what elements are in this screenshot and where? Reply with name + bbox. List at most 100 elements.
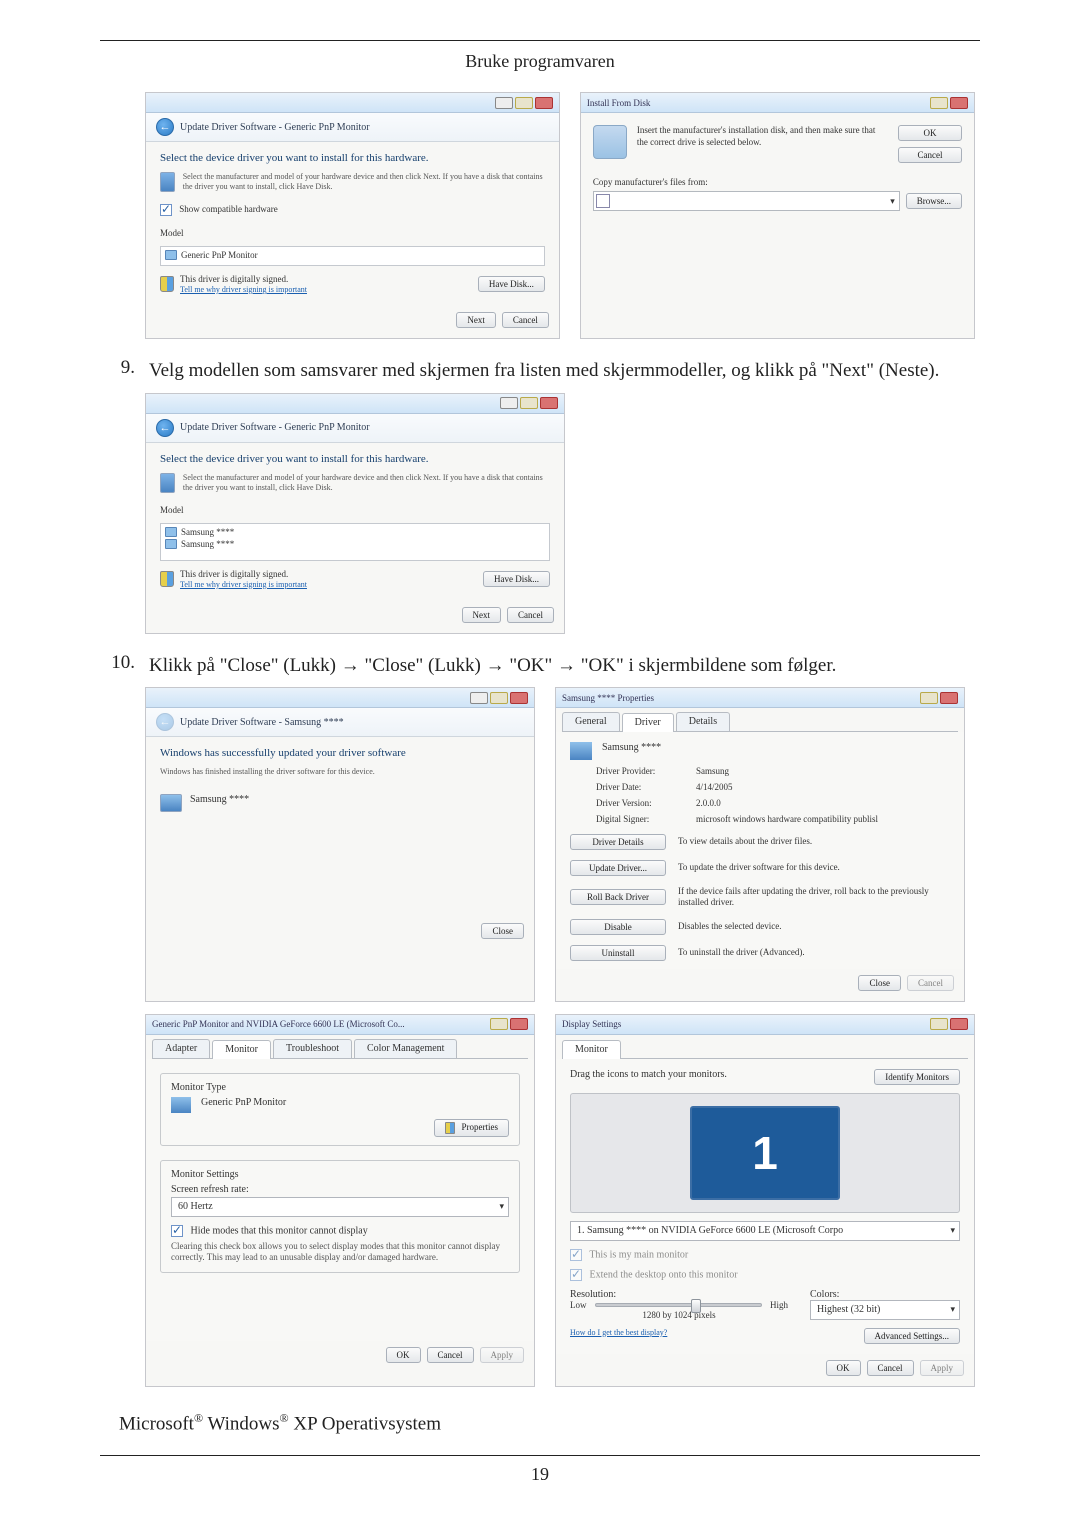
refresh-rate-dropdown[interactable]: 60 Hertz ▾ bbox=[171, 1197, 509, 1217]
help-icon[interactable] bbox=[930, 97, 948, 109]
back-icon[interactable]: ← bbox=[156, 118, 174, 136]
extend-desktop-checkbox bbox=[570, 1269, 582, 1281]
back-icon[interactable]: ← bbox=[156, 419, 174, 437]
close-icon[interactable] bbox=[510, 1018, 528, 1030]
browse-button[interactable]: Browse... bbox=[906, 193, 962, 209]
colors-value: Highest (32 bit) bbox=[817, 1304, 880, 1315]
tab-adapter[interactable]: Adapter bbox=[152, 1039, 210, 1058]
properties-button[interactable]: Properties bbox=[434, 1119, 509, 1137]
minimize-icon[interactable] bbox=[500, 397, 518, 409]
model-item[interactable]: Samsung **** bbox=[181, 539, 234, 549]
titlebar bbox=[146, 688, 534, 708]
install-from-disk-window: Install From Disk Insert the manufacture… bbox=[580, 92, 975, 339]
tab-troubleshoot[interactable]: Troubleshoot bbox=[273, 1039, 352, 1058]
monitor-icon bbox=[165, 539, 177, 549]
tab-driver[interactable]: Driver bbox=[622, 713, 674, 732]
ok-button[interactable]: OK bbox=[898, 125, 962, 141]
breadcrumb-text: Update Driver Software - Samsung **** bbox=[180, 717, 344, 728]
file-path-input[interactable]: ▾ bbox=[593, 191, 900, 211]
help-icon[interactable] bbox=[930, 1018, 948, 1030]
slider-low-label: Low bbox=[570, 1300, 587, 1310]
tab-monitor[interactable]: Monitor bbox=[212, 1040, 271, 1059]
driver-details-button[interactable]: Driver Details bbox=[570, 834, 666, 850]
compat-checkbox[interactable] bbox=[160, 204, 172, 216]
chevron-down-icon: ▾ bbox=[499, 1201, 504, 1212]
model-name: Samsung **** bbox=[190, 794, 249, 805]
ok-button[interactable]: OK bbox=[826, 1360, 861, 1376]
model-item[interactable]: Samsung **** bbox=[181, 527, 234, 537]
drag-instruction: Drag the icons to match your monitors. bbox=[570, 1069, 727, 1080]
tab-color-management[interactable]: Color Management bbox=[354, 1039, 457, 1058]
tab-general[interactable]: General bbox=[562, 712, 620, 731]
properties-label: Properties bbox=[462, 1122, 499, 1132]
hide-modes-checkbox[interactable] bbox=[171, 1225, 183, 1237]
uninstall-button[interactable]: Uninstall bbox=[570, 945, 666, 961]
next-button[interactable]: Next bbox=[462, 607, 502, 623]
resolution-slider[interactable]: Low High bbox=[570, 1300, 788, 1310]
section-heading: Select the device driver you want to ins… bbox=[160, 453, 550, 465]
maximize-icon[interactable] bbox=[490, 692, 508, 704]
shield-icon bbox=[160, 571, 174, 587]
file-icon bbox=[596, 194, 610, 208]
disable-button[interactable]: Disable bbox=[570, 919, 666, 935]
close-icon[interactable] bbox=[535, 97, 553, 109]
monitor-type-label: Monitor Type bbox=[171, 1082, 509, 1093]
model-item[interactable]: Generic PnP Monitor bbox=[181, 250, 258, 260]
maximize-icon[interactable] bbox=[520, 397, 538, 409]
have-disk-button[interactable]: Have Disk... bbox=[478, 276, 545, 292]
cancel-button[interactable]: Cancel bbox=[507, 607, 554, 623]
cancel-button[interactable]: Cancel bbox=[867, 1360, 914, 1376]
advanced-settings-button[interactable]: Advanced Settings... bbox=[864, 1328, 961, 1344]
running-head: Bruke programvaren bbox=[0, 51, 1080, 72]
driver-properties-window: Samsung **** Properties General Driver D… bbox=[555, 687, 965, 1002]
cancel-button[interactable]: Cancel bbox=[502, 312, 549, 328]
model-list[interactable]: Generic PnP Monitor bbox=[160, 246, 545, 266]
update-driver-select-model-window: ← Update Driver Software - Generic PnP M… bbox=[145, 393, 565, 634]
close-icon[interactable] bbox=[950, 1018, 968, 1030]
signer-value: microsoft windows hardware compatibility… bbox=[696, 814, 878, 824]
close-icon[interactable] bbox=[510, 692, 528, 704]
next-button[interactable]: Next bbox=[456, 312, 496, 328]
have-disk-button[interactable]: Have Disk... bbox=[483, 571, 550, 587]
tab-bar: General Driver Details bbox=[562, 712, 958, 732]
list-label: Model bbox=[160, 505, 550, 515]
version-label: Driver Version: bbox=[596, 798, 682, 808]
section-heading: Windows has successfully updated your dr… bbox=[160, 747, 520, 759]
monitor-tile[interactable]: 1 bbox=[690, 1106, 840, 1200]
tab-details[interactable]: Details bbox=[676, 712, 730, 731]
cancel-button[interactable]: Cancel bbox=[898, 147, 962, 163]
monitor-select-dropdown[interactable]: 1. Samsung **** on NVIDIA GeForce 6600 L… bbox=[570, 1221, 960, 1241]
window-title: Display Settings bbox=[562, 1019, 621, 1029]
monitor-arrangement-canvas[interactable]: 1 bbox=[570, 1093, 960, 1213]
monitor-icon bbox=[570, 742, 592, 760]
tab-monitor[interactable]: Monitor bbox=[562, 1040, 621, 1059]
dropdown-caret-icon[interactable]: ▾ bbox=[890, 196, 895, 207]
close-icon[interactable] bbox=[540, 397, 558, 409]
identify-monitors-button[interactable]: Identify Monitors bbox=[874, 1069, 960, 1085]
minimize-icon[interactable] bbox=[495, 97, 513, 109]
ok-button[interactable]: OK bbox=[386, 1347, 421, 1363]
colors-dropdown[interactable]: Highest (32 bit) ▾ bbox=[810, 1300, 960, 1320]
close-button[interactable]: Close bbox=[481, 923, 524, 939]
sign-link[interactable]: Tell me why driver signing is important bbox=[180, 580, 307, 589]
breadcrumb-text: Update Driver Software - Generic PnP Mon… bbox=[180, 122, 370, 133]
roll-back-desc: If the device fails after updating the d… bbox=[678, 886, 950, 909]
close-icon[interactable] bbox=[950, 97, 968, 109]
sign-link[interactable]: Tell me why driver signing is important bbox=[180, 285, 307, 294]
main-monitor-checkbox bbox=[570, 1249, 582, 1261]
chevron-down-icon: ▾ bbox=[950, 1225, 955, 1236]
version-value: 2.0.0.0 bbox=[696, 798, 721, 808]
roll-back-button[interactable]: Roll Back Driver bbox=[570, 889, 666, 905]
window-buttons bbox=[470, 692, 528, 704]
cancel-button[interactable]: Cancel bbox=[427, 1347, 474, 1363]
maximize-icon[interactable] bbox=[515, 97, 533, 109]
update-driver-button[interactable]: Update Driver... bbox=[570, 860, 666, 876]
help-icon[interactable] bbox=[490, 1018, 508, 1030]
help-icon[interactable] bbox=[920, 692, 938, 704]
section-desc: Select the manufacturer and model of you… bbox=[183, 473, 550, 493]
minimize-icon[interactable] bbox=[470, 692, 488, 704]
best-display-link[interactable]: How do I get the best display? bbox=[570, 1328, 667, 1337]
close-icon[interactable] bbox=[940, 692, 958, 704]
close-button[interactable]: Close bbox=[858, 975, 901, 991]
model-list[interactable]: Samsung **** Samsung **** bbox=[160, 523, 550, 561]
